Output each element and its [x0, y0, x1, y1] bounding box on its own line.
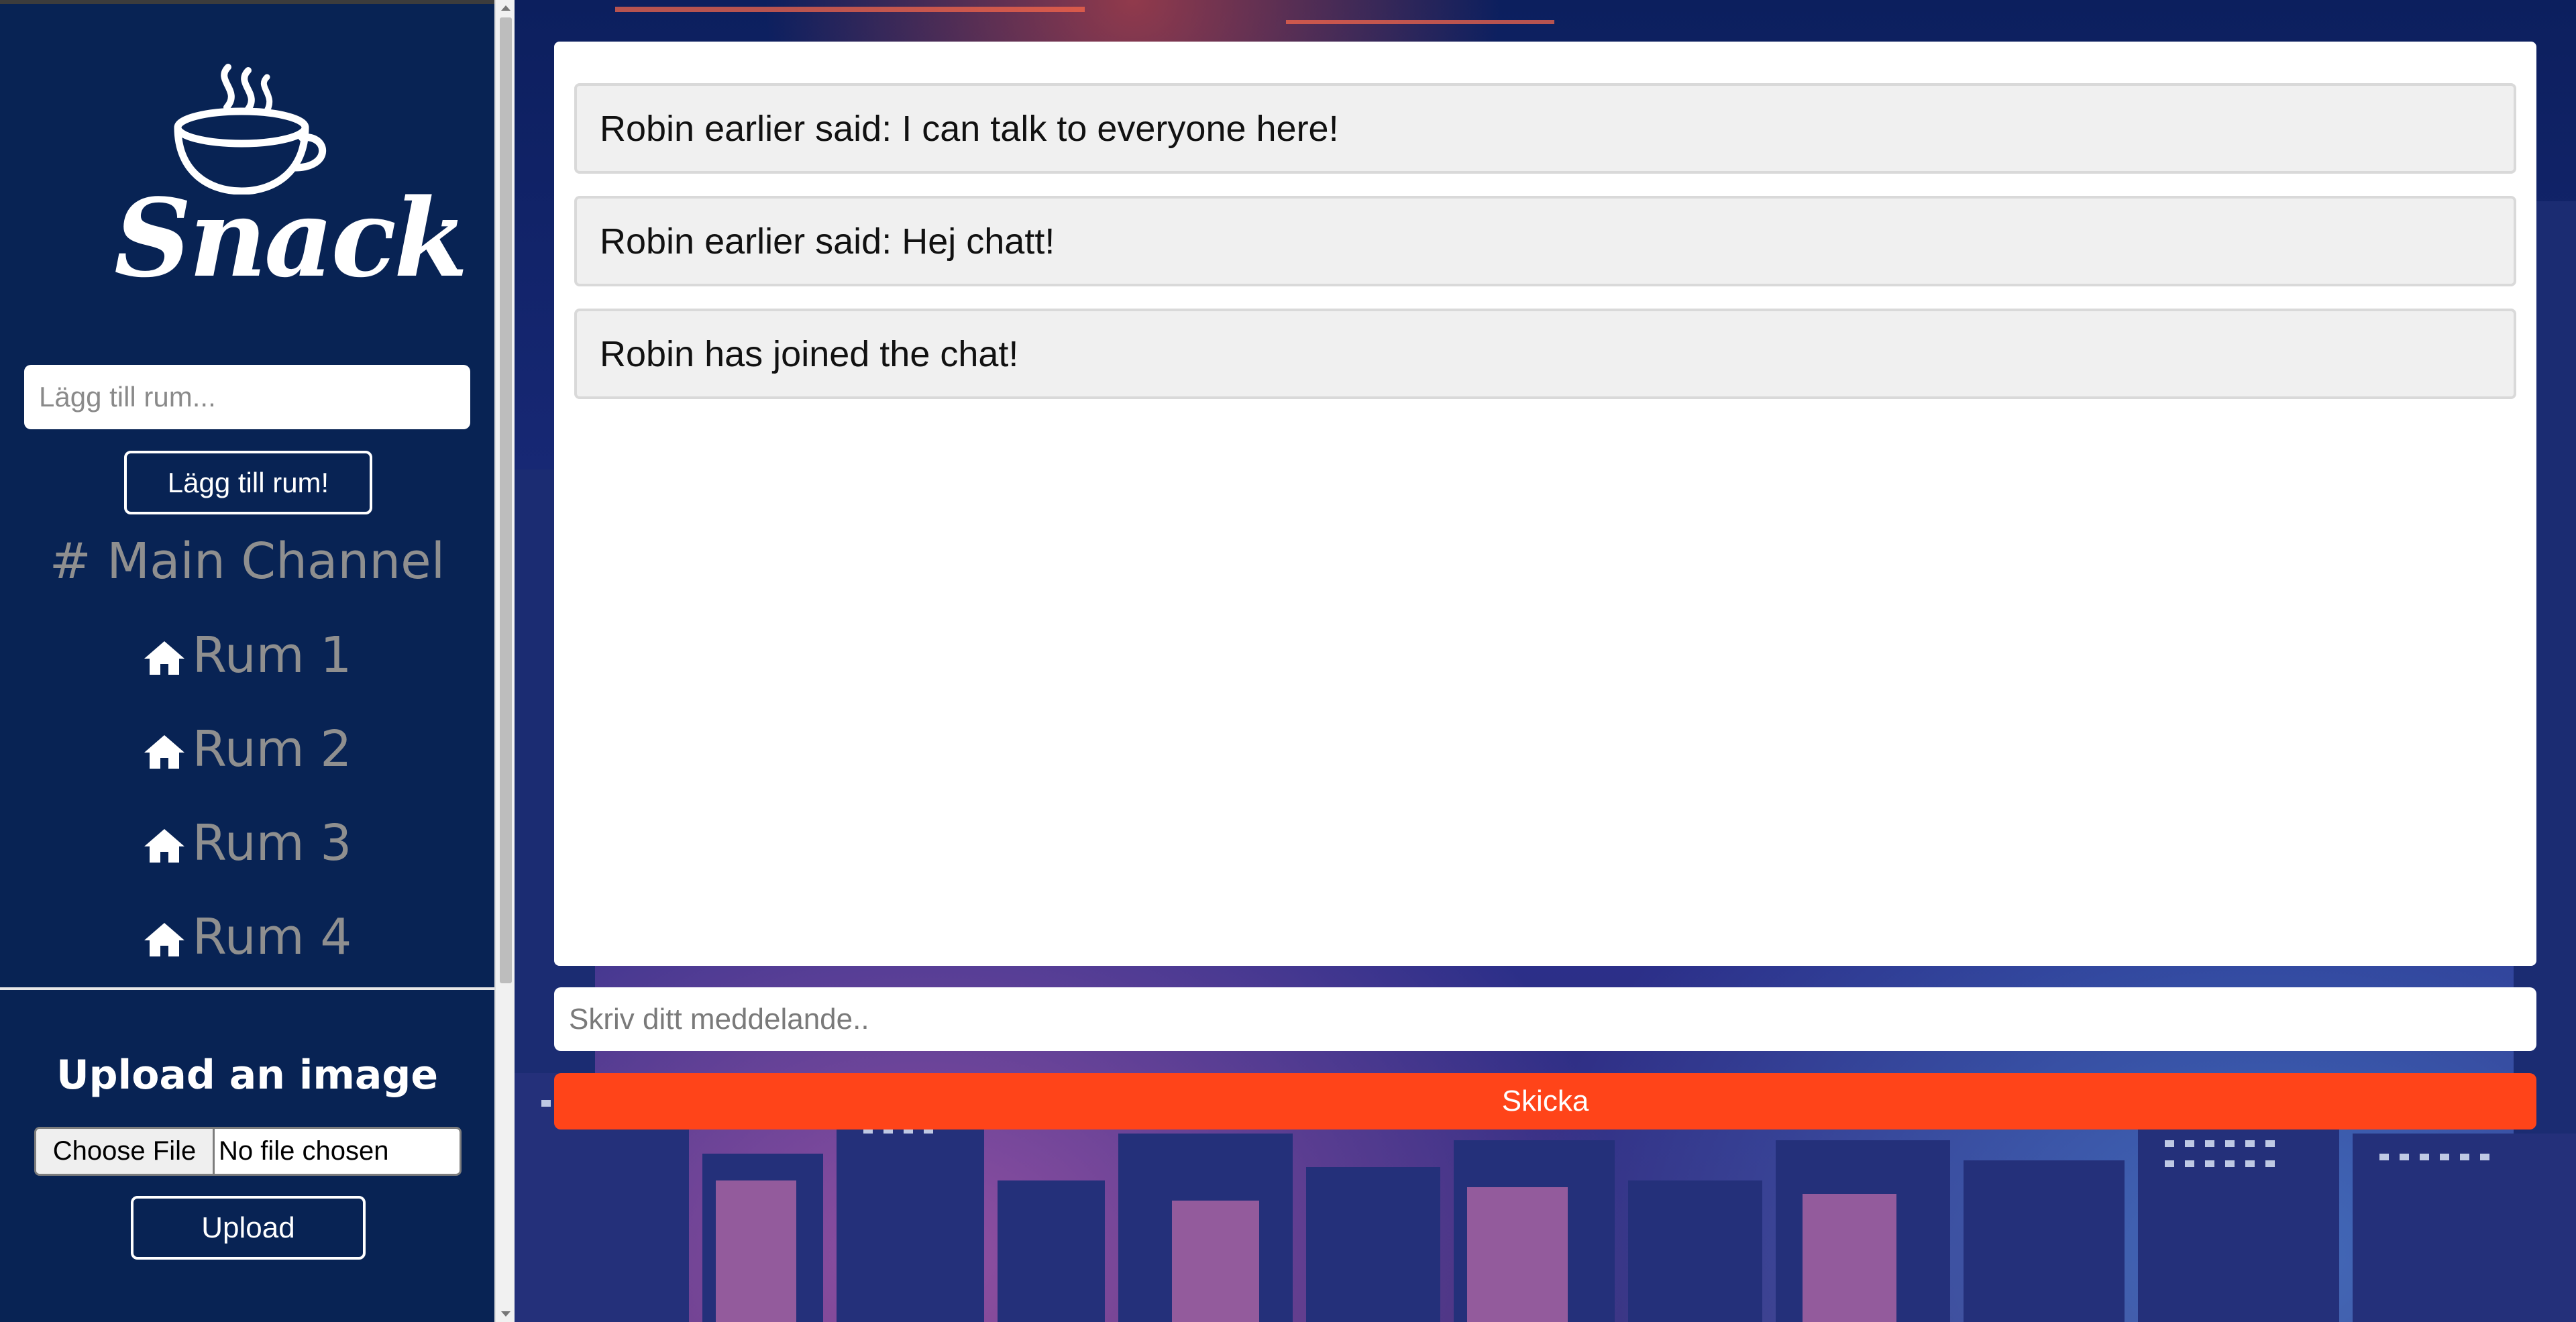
coffee-cup-icon [174, 64, 327, 195]
message-item: Robin has joined the chat! [574, 309, 2516, 399]
channel-rum-2[interactable]: Rum 2 [0, 712, 494, 786]
channel-label: Rum 3 [192, 814, 352, 872]
sidebar: Snack Lägg till rum! # Main Channel Rum … [0, 0, 494, 1322]
chat-area: Robin earlier said: I can talk to everyo… [515, 0, 2576, 1322]
logo-text: Snack [114, 175, 468, 301]
file-picker[interactable]: Choose File No file chosen [34, 1127, 462, 1176]
channel-label: Rum 2 [192, 720, 352, 778]
home-icon [144, 641, 184, 675]
channel-label: Rum 1 [192, 626, 352, 684]
scroll-up-icon[interactable] [501, 5, 511, 11]
channel-label: # Main Channel [49, 533, 445, 590]
home-icon [144, 735, 184, 769]
scroll-down-icon[interactable] [501, 1311, 511, 1317]
message-item: Robin earlier said: Hej chatt! [574, 196, 2516, 286]
channel-label: Rum 4 [192, 908, 352, 966]
scrollbar-thumb[interactable] [500, 17, 512, 983]
message-list: Robin earlier said: I can talk to everyo… [554, 42, 2536, 966]
channel-rum-1[interactable]: Rum 1 [0, 618, 494, 692]
upload-button[interactable]: Upload [131, 1196, 366, 1260]
channel-rum-4[interactable]: Rum 4 [0, 900, 494, 974]
message-input[interactable] [554, 987, 2536, 1051]
home-icon [144, 923, 184, 956]
choose-file-button[interactable]: Choose File [36, 1129, 215, 1174]
file-status: No file chosen [219, 1136, 389, 1166]
upload-title: Upload an image [56, 1052, 439, 1099]
add-room-input[interactable] [24, 365, 470, 429]
snack-logo: Snack [114, 60, 468, 298]
home-icon [144, 829, 184, 863]
send-button[interactable]: Skicka [554, 1073, 2536, 1130]
channel-main[interactable]: # Main Channel [0, 525, 494, 598]
sidebar-divider [0, 987, 494, 990]
sidebar-scrollbar[interactable] [494, 0, 515, 1322]
add-room-button[interactable]: Lägg till rum! [124, 451, 372, 514]
message-item: Robin earlier said: I can talk to everyo… [574, 83, 2516, 174]
channel-rum-3[interactable]: Rum 3 [0, 806, 494, 880]
